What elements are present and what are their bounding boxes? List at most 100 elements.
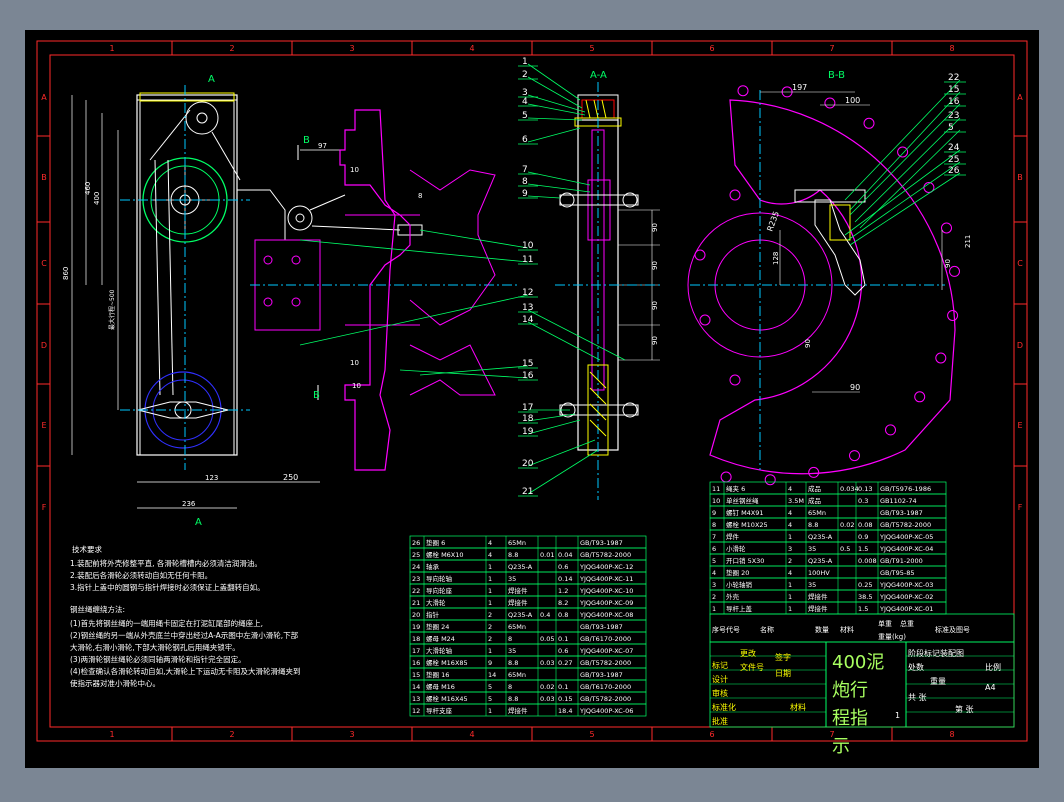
rope-note-line: 使指示器对准小滑轮中心。 xyxy=(70,678,160,688)
part-balloon: 11 xyxy=(522,255,533,265)
bom-cell: 8.8 xyxy=(508,695,518,703)
part-balloon: 5 xyxy=(522,111,528,121)
dim-197: 197 xyxy=(792,83,807,92)
dim-90f: 90 xyxy=(804,339,812,348)
zone-col-label: 5 xyxy=(589,730,594,739)
dim-10a: 10 xyxy=(350,166,359,174)
bom-cell: 2 xyxy=(488,635,492,643)
bom-cell: 4 xyxy=(788,569,792,577)
title-cell: 文件号 xyxy=(740,662,764,672)
bom-cell: 螺母 M16 xyxy=(426,682,455,691)
bom-cell: 20 xyxy=(412,611,420,619)
title-cell: 签字 xyxy=(775,652,791,662)
zone-col-label: 4 xyxy=(469,730,474,739)
bom-cell: 0.03 xyxy=(540,695,554,703)
bom-cell: GB/T5782-2000 xyxy=(580,695,631,703)
bom-cell: 导向轮座 xyxy=(426,586,453,595)
bom-cell: 0.008 xyxy=(858,557,877,565)
bom-cell: 16 xyxy=(412,659,420,667)
b-section-mark-top: B xyxy=(303,135,310,146)
title-cell: 比例 xyxy=(985,662,1001,672)
zone-col-label: 8 xyxy=(949,44,954,53)
bom-cell: 螺栓 M10X25 xyxy=(726,520,768,529)
dim-90b: 90 xyxy=(651,261,659,270)
bom-cell: 垫圈 16 xyxy=(426,670,449,679)
bom-cell: 螺栓 M16X45 xyxy=(426,694,468,703)
bom-cell: 0.034 xyxy=(840,485,859,493)
bom-cell: 1 xyxy=(488,587,492,595)
bom-cell: 7 xyxy=(712,533,716,541)
rope-note-line: 大滑轮,右滑小滑轮,下部大滑轮钢孔后用绳夹锁牢。 xyxy=(70,642,240,652)
bom-cell: 14 xyxy=(488,671,496,679)
bom-cell: 焊接件 xyxy=(508,598,528,607)
bom-cell: 0.15 xyxy=(558,695,572,703)
dim-97: 97 xyxy=(318,142,327,150)
bom-cell: 2 xyxy=(488,611,492,619)
bom-cell: 螺母 M24 xyxy=(426,634,455,643)
bom-cell: 0.25 xyxy=(858,581,872,589)
title-cell: 更改 xyxy=(740,648,756,658)
bom-cell: 外壳 xyxy=(726,592,740,601)
rope-note-line: (4)检查确认各滑轮转动自如,大滑轮上下运动无卡阻及大滑轮滑绳夹到 xyxy=(70,666,301,676)
bom-cell: YJQG400P-XC-08 xyxy=(579,611,633,619)
bom-cell: 单丝钢丝绳 xyxy=(726,496,759,505)
dim-stroke: 最大行程~500 xyxy=(108,289,116,330)
bom-cell: 螺栓 M6X10 xyxy=(426,550,464,559)
zone-row-label: B xyxy=(41,173,47,182)
front-view-label-bottom: A xyxy=(195,517,202,528)
part-balloon: 10 xyxy=(522,241,534,251)
bom-cell: 5 xyxy=(488,695,492,703)
bom-cell: 1 xyxy=(712,605,716,613)
title-cell: 阶段标记 xyxy=(908,648,940,658)
part-balloon: 15 xyxy=(948,85,959,95)
bom-cell: 1 xyxy=(488,563,492,571)
bom-cell: 螺钉 M4X91 xyxy=(726,508,764,517)
bom-cell: YJQG400P-XC-04 xyxy=(879,545,933,553)
title-cell: 设计 xyxy=(712,674,728,684)
bom-cell: GB/T95-85 xyxy=(880,569,915,577)
b-section-mark-bottom: B xyxy=(313,390,320,401)
bom-cell: 导杆上盖 xyxy=(726,604,753,613)
title-cell: 日期 xyxy=(775,669,791,678)
bom-cell: 0.01 xyxy=(540,551,554,559)
zone-col-label: 3 xyxy=(349,730,354,739)
bom-cell: 5 xyxy=(712,557,716,565)
drawing-canvas[interactable]: 1122334455667788A AB BC CD DE EF F 26 垫圈… xyxy=(0,0,1064,798)
part-balloon: 21 xyxy=(522,487,533,497)
bom-cell: 焊接件 xyxy=(508,586,528,595)
zone-col-label: 2 xyxy=(229,730,234,739)
title-cell: 标准化 xyxy=(712,702,736,712)
bom-cell: 65Mn xyxy=(508,671,526,679)
bom-cell: GB/T6170-2000 xyxy=(580,635,631,643)
bom-cell: 35 xyxy=(808,581,816,589)
bom-cell: Q235-A xyxy=(508,611,533,619)
part-balloon: 19 xyxy=(522,427,534,437)
zone-col-label: 1 xyxy=(109,730,114,739)
dim-90g: 90 xyxy=(850,383,860,392)
part-balloon: 16 xyxy=(522,371,534,381)
dim-100: 100 xyxy=(845,96,860,105)
bom-cell: 1 xyxy=(788,593,792,601)
part-balloon: 24 xyxy=(948,143,960,153)
tech-note-line: 1.装配前将外壳修整平直, 各滑轮槽槽内必须清洁润滑油。 xyxy=(70,558,262,568)
bom-cell: 0.02 xyxy=(540,683,554,691)
bom-cell: 0.6 xyxy=(558,647,568,655)
bom-cell: 导杆支座 xyxy=(426,706,453,715)
zone-row-label: E xyxy=(41,421,46,430)
bom-cell: 1.5 xyxy=(858,605,868,613)
bom-cell: YJQG400P-XC-10 xyxy=(579,587,633,595)
drawing-title-text: 炮行 xyxy=(832,680,868,701)
bom-cell: 26 xyxy=(412,539,420,547)
title-cell: 批准 xyxy=(712,716,728,726)
bom-cell: GB/T6170-2000 xyxy=(580,683,631,691)
bom-cell: GB/T93-1987 xyxy=(880,509,923,517)
bom-cell: 8 xyxy=(712,521,716,529)
title-cell: 材料 xyxy=(790,702,806,712)
bom-cell: 8.8 xyxy=(508,659,518,667)
bom-cell: 小滑轮 xyxy=(726,544,746,553)
bom-cell: 0.04 xyxy=(558,551,572,559)
bom-cell: Q235-A xyxy=(508,563,533,571)
tech-note-line: 3.指针上盖中的圆钢与指针焊接时必须保证上盖翻转自如。 xyxy=(70,582,265,592)
bom-cell: 8 xyxy=(508,683,512,691)
title-cell: 处数 xyxy=(908,662,924,672)
